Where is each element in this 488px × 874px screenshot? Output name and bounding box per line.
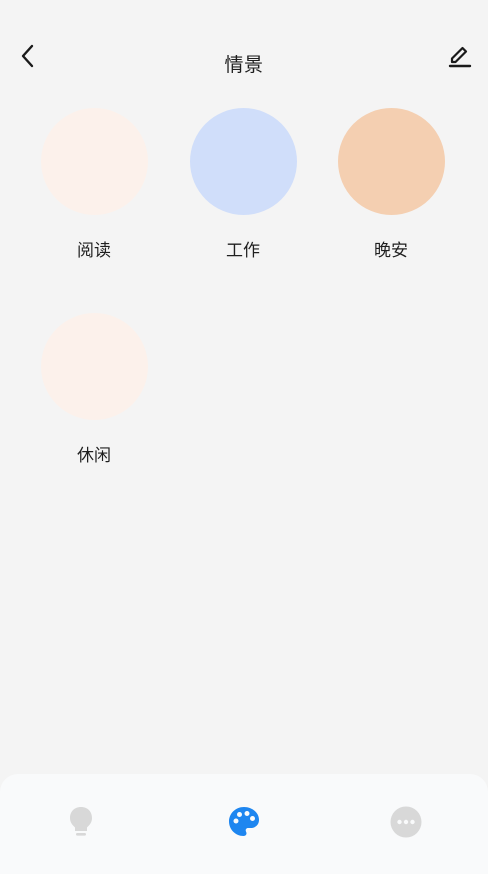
bottom-tab-bar (0, 774, 488, 874)
scene-item-leisure[interactable]: 休闲 (20, 313, 168, 466)
scene-item-reading[interactable]: 阅读 (20, 108, 168, 261)
scene-color-swatch (40, 108, 148, 215)
tab-more[interactable] (386, 802, 426, 842)
scene-color-swatch (189, 108, 297, 215)
scene-label: 工作 (226, 241, 260, 261)
palette-icon (229, 807, 259, 836)
scene-item-goodnight[interactable]: 晚安 (317, 108, 465, 261)
scene-label: 晚安 (374, 241, 408, 261)
tab-lights[interactable] (61, 802, 101, 842)
scene-label: 阅读 (77, 241, 111, 261)
header: 情景 (0, 0, 488, 100)
tab-scenes[interactable] (224, 802, 264, 842)
scene-label: 休闲 (77, 446, 111, 466)
pencil-icon (448, 46, 472, 68)
page-title: 情景 (224, 54, 264, 76)
more-icon (390, 806, 422, 838)
lightbulb-icon (70, 807, 92, 836)
edit-button[interactable] (444, 40, 476, 72)
scene-color-swatch (40, 313, 148, 420)
app-screen: 情景 阅读 工作 晚安 休闲 (0, 0, 488, 874)
scene-color-swatch (337, 108, 445, 215)
scene-item-work[interactable]: 工作 (169, 108, 317, 261)
